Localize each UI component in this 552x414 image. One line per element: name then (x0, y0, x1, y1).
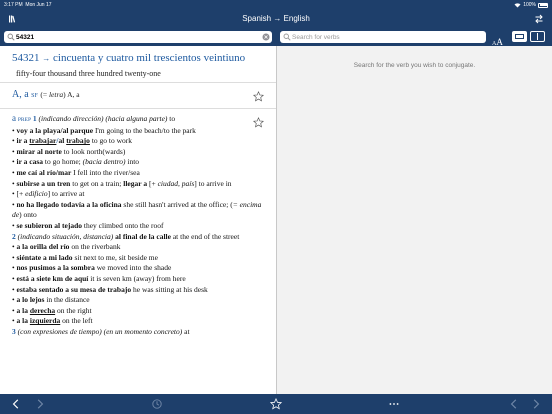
example-line: • no ha llegado todavía a la oficina she… (12, 199, 262, 220)
status-time: 3:17 PM Mon Jun 17 (4, 2, 52, 8)
more-icon[interactable] (388, 398, 400, 410)
dictionary-search-input[interactable] (16, 31, 256, 43)
definition-list: a PREP 1 (indicando dirección) (hacia al… (12, 113, 264, 337)
example-line: • ir a trabajar/al trabajo to go to work (12, 136, 133, 146)
example-line: • [+ edificio] to arrive at (12, 189, 85, 199)
battery-icon (538, 2, 548, 8)
conjugation-hint: Search for the verb you wish to conjugat… (353, 62, 476, 69)
status-right: 100% (514, 0, 548, 10)
star-icon[interactable] (253, 117, 264, 128)
wifi-icon (514, 2, 521, 7)
history-icon[interactable] (151, 398, 163, 410)
conjugation-pane: Search for the verb you wish to conjugat… (277, 46, 552, 394)
back-icon[interactable] (10, 398, 22, 410)
example-line: • ir a casa to go home; (bacia dentro) i… (12, 157, 140, 167)
forward-icon[interactable] (34, 398, 46, 410)
entry-preposition-a[interactable]: a PREP 1 (indicando dirección) (hacia al… (0, 109, 276, 337)
status-bar: 3:17 PM Mon Jun 17 100% (0, 0, 552, 10)
example-line: • a lo lejos in the distance (12, 295, 90, 305)
example-line: • a la derecha on the right (12, 305, 92, 315)
page-title: Spanish → English (242, 14, 310, 23)
search-icon (283, 33, 291, 41)
entry-headline: A, a SF (= letra) A, a (12, 89, 80, 100)
example-line: • estaba sentado a su mesa de trabajo he… (12, 284, 208, 294)
example-line: • subirse a un tren to get on a train; l… (12, 178, 232, 188)
entry-letter-a[interactable]: A, a SF (= letra) A, a (0, 83, 276, 109)
headword-spanish: cincuenta y cuatro mil trescientos veint… (53, 52, 246, 64)
sense-3-heading: 3 (con expresiones de tiempo) (en un mom… (12, 326, 190, 336)
example-line: • me caí al río/mar I fell into the rive… (12, 167, 140, 177)
arrow-icon: → (42, 54, 51, 63)
search-row: AA (0, 28, 552, 47)
headword-term: 54321 (12, 52, 40, 64)
verb-search-input[interactable] (292, 31, 482, 43)
example-line: • siéntate a mi lado sit next to me, sit… (12, 252, 158, 262)
entry-word: A, a (12, 89, 29, 100)
example-line: • se subieron al tejado they climbed ont… (12, 220, 164, 230)
number-headword: 54321 → cincuenta y cuatro mil trescient… (0, 46, 276, 83)
split-pane-button[interactable] (530, 31, 545, 42)
example-line: • está a siete km de aquí it is seven km… (12, 273, 186, 283)
example-line: • nos pusimos a la sombra we moved into … (12, 263, 172, 273)
headword-line: 54321 → cincuenta y cuatro mil trescient… (12, 51, 264, 66)
example-line: • a la izquierda on the left (12, 316, 93, 326)
example-line: • a la orilla del río on the riverbank (12, 242, 121, 252)
bottom-toolbar (0, 394, 552, 414)
search-icon (7, 33, 15, 41)
star-icon[interactable] (253, 91, 264, 102)
sense-1-heading: a PREP 1 (indicando dirección) (hacia al… (12, 113, 176, 123)
part-of-speech: SF (31, 93, 38, 99)
verb-search-box[interactable] (280, 31, 486, 43)
clear-icon[interactable] (262, 33, 270, 41)
favorites-icon[interactable] (270, 398, 282, 410)
sense-2-heading: 2 (indicando situación, distancia) al fi… (12, 231, 240, 241)
entry-note: letra (48, 90, 64, 99)
next-icon[interactable] (530, 398, 542, 410)
example-line: • voy a la playa/al parque I'm going to … (12, 125, 196, 135)
battery-percent: 100% (523, 2, 536, 8)
nav-bar: Spanish → English (0, 10, 552, 28)
headword-english: fifty-four thousand three hundred twenty… (16, 69, 161, 78)
dictionary-search-box[interactable] (4, 31, 272, 43)
entry-translation: A, a (67, 90, 80, 99)
dictionary-pane: 54321 → cincuenta y cuatro mil trescient… (0, 46, 276, 394)
swap-icon[interactable] (534, 14, 544, 24)
example-line: • mirar al norte to look north(wards) (12, 146, 126, 156)
single-pane-button[interactable] (512, 31, 527, 42)
prev-icon[interactable] (508, 398, 520, 410)
